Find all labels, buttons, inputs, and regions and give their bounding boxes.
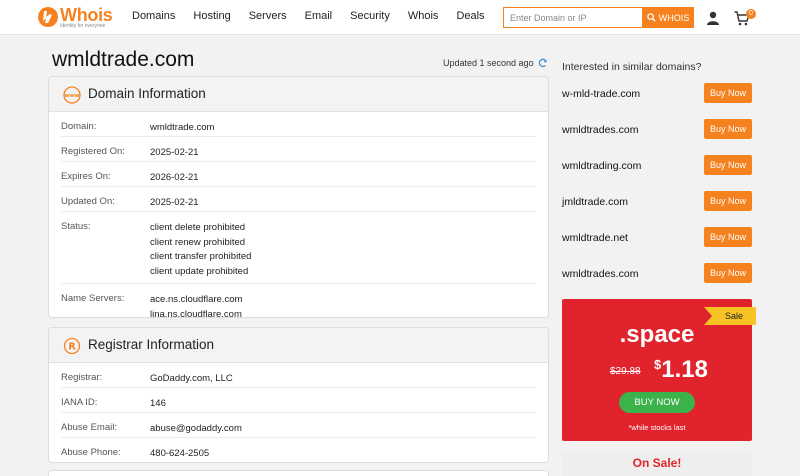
next-info-panel [48,470,549,476]
domain-information-panel: www Domain Information Domain: wmldtrade… [48,76,549,318]
updated-text: Updated 1 second ago [443,58,534,68]
domain-search: WHOIS [503,7,694,28]
table-row: Expires On: 2026-02-21 [61,162,536,187]
registrar-information-panel: R Registrar Information Registrar: GoDad… [48,327,549,463]
domain-search-input[interactable] [503,7,642,28]
promo-note: *while stocks last [628,423,686,432]
logo-mark-icon [38,7,58,27]
buy-now-button[interactable]: Buy Now [704,263,752,283]
registrar-information-header: R Registrar Information [49,328,548,363]
table-row: Abuse Phone: 480-624-2505 [61,438,536,462]
row-label: Updated On: [61,196,115,207]
registrar-information-title: Registrar Information [88,337,215,352]
row-label: IANA ID: [61,397,98,408]
buy-now-button[interactable]: Buy Now [704,119,752,139]
page-title: wmldtrade.com [52,48,195,71]
table-row: IANA ID: 146 [61,388,536,413]
status-item: client update prohibited [150,265,249,277]
updated-status: Updated 1 second ago [443,58,548,68]
buy-now-button[interactable]: Buy Now [704,191,752,211]
row-value: GoDaddy.com, LLC [150,373,233,384]
row-value: 2025-02-21 [150,147,199,158]
row-value: wmldtrade.com [150,122,215,133]
nav-deals[interactable]: Deals [456,10,484,22]
table-row: Name Servers: ace.ns.cloudflare.com lina… [61,284,536,318]
row-value: 2026-02-21 [150,172,199,183]
row-label: Expires On: [61,171,111,182]
similar-domain-name[interactable]: wmldtrading.com [562,160,641,172]
promo-tld: .space [619,321,695,348]
name-server: lina.ns.cloudflare.com [150,308,242,318]
promo-new-price: $1.18 [654,356,708,384]
table-row: Updated On: 2025-02-21 [61,187,536,212]
search-icon [647,13,656,22]
row-label: Registrar: [61,372,103,383]
similar-domain-row: wmldtrades.com Buy Now [562,263,753,287]
row-label: Abuse Phone: [61,447,121,458]
table-row: Status: client delete prohibited client … [61,212,536,284]
refresh-icon[interactable] [538,58,548,68]
similar-domain-name[interactable]: w-mld-trade.com [562,88,640,100]
user-icon[interactable] [706,11,720,25]
nav-email[interactable]: Email [305,10,333,22]
table-row: Registrar: GoDaddy.com, LLC [61,363,536,388]
similar-domain-name[interactable]: wmldtrade.net [562,232,628,244]
nav-security[interactable]: Security [350,10,390,22]
buy-now-button[interactable]: Buy Now [704,227,752,247]
nav-servers[interactable]: Servers [249,10,287,22]
on-sale-title: On Sale! [632,456,682,470]
cart-count-badge: 0 [746,9,756,19]
similar-domain-name[interactable]: wmldtrades.com [562,124,638,136]
row-label: Abuse Email: [61,422,117,433]
whois-logo[interactable]: Whois Identity for everyone [38,5,118,31]
status-list: client delete prohibited client renew pr… [150,221,251,279]
top-navbar: Whois Identity for everyone Domains Host… [0,0,800,35]
on-sale-box: On Sale! [562,452,752,476]
similar-domain-row: wmldtrades.com Buy Now [562,119,753,143]
row-value: 146 [150,398,166,409]
domain-information-header: www Domain Information [49,77,548,112]
similar-domain-row: w-mld-trade.com Buy Now [562,83,753,107]
whois-search-button[interactable]: WHOIS [642,7,694,28]
promo-buy-now-button[interactable]: BUY NOW [619,392,695,413]
name-server: ace.ns.cloudflare.com [150,294,243,305]
logo-tagline: Identity for everyone [60,23,106,29]
nav-whois[interactable]: Whois [408,10,439,22]
svg-text:www: www [65,93,80,99]
similar-domain-row: wmldtrade.net Buy Now [562,227,753,251]
similar-domain-row: jmldtrade.com Buy Now [562,191,753,215]
status-item: client delete prohibited [150,222,246,233]
similar-domain-name[interactable]: wmldtrades.com [562,268,638,280]
row-label: Name Servers: [61,293,125,304]
table-row: Domain: wmldtrade.com [61,112,536,137]
table-row: Registered On: 2025-02-21 [61,137,536,162]
row-value: 480-624-2505 [150,448,210,459]
similar-domain-row: wmldtrading.com Buy Now [562,155,753,179]
buy-now-button[interactable]: Buy Now [704,155,752,175]
similar-domains-title: Interested in similar domains? [562,61,702,73]
row-value: abuse@godaddy.com [150,423,242,434]
table-row: Abuse Email: abuse@godaddy.com [61,413,536,438]
promo-price-value: 1.18 [661,356,708,383]
nav-hosting[interactable]: Hosting [193,10,230,22]
name-server-list: ace.ns.cloudflare.com lina.ns.cloudflare… [150,293,243,318]
space-promo-banner[interactable]: Sale .space $29.88 $1.18 BUY NOW *while … [562,299,756,441]
promo-old-price: $29.88 [610,366,641,377]
main-nav: Domains Hosting Servers Email Security W… [132,10,503,22]
buy-now-button[interactable]: Buy Now [704,83,752,103]
status-item: client transfer prohibited [150,251,252,262]
status-item: client renew prohibited [150,236,246,248]
row-label: Registered On: [61,146,125,157]
www-icon: www [63,86,81,104]
registered-icon: R [63,337,81,355]
domain-information-title: Domain Information [88,86,206,101]
row-label: Status: [61,221,91,232]
row-value: 2025-02-21 [150,197,199,208]
nav-domains[interactable]: Domains [132,10,175,22]
similar-domain-name[interactable]: jmldtrade.com [562,196,628,208]
whois-search-label: WHOIS [658,12,690,23]
svg-text:R: R [68,341,76,352]
row-label: Domain: [61,121,97,132]
